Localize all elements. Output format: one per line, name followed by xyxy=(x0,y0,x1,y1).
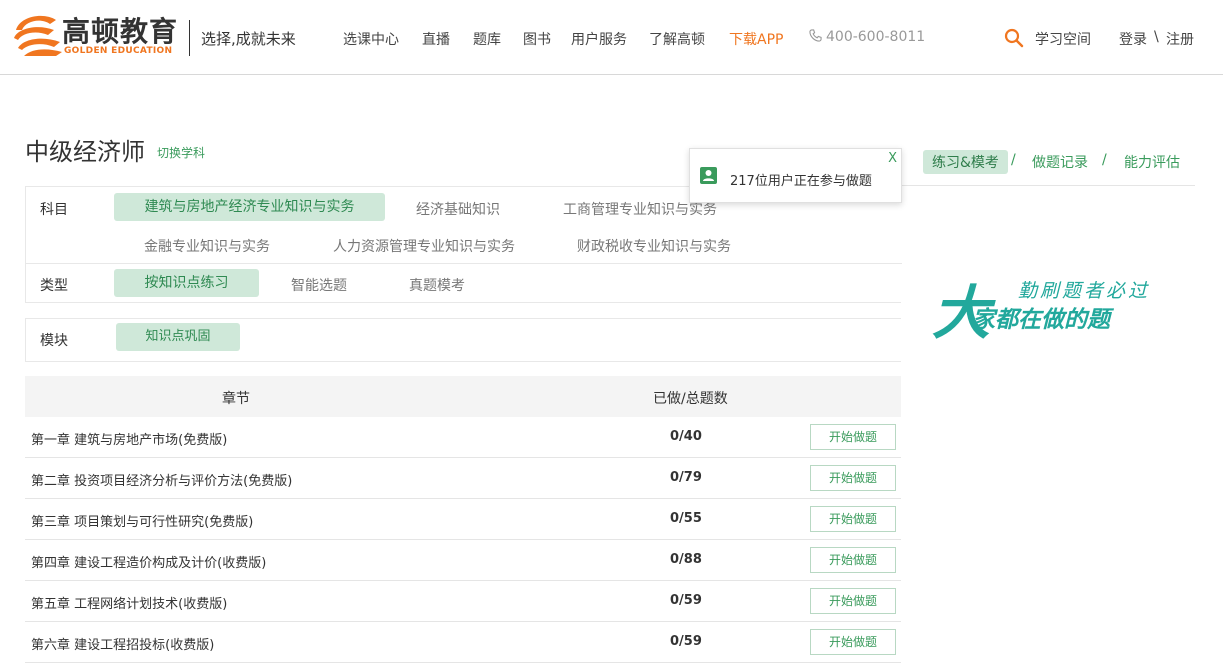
site-header: 高顿教育 GOLDEN EDUCATION 选择,成就未来 选课中心 直播 题库… xyxy=(0,0,1223,75)
subject-option-hr[interactable]: 人力资源管理专业知识与实务 xyxy=(333,236,515,256)
module-option-consolidate[interactable]: 知识点巩固 xyxy=(116,323,240,351)
login-link[interactable]: 登录 xyxy=(1119,29,1147,49)
chapter-name: 第六章 建设工程招投标(收费版) xyxy=(31,638,215,653)
tab-records[interactable]: 做题记录 xyxy=(1032,152,1088,172)
chapter-count: 0/40 xyxy=(670,429,702,444)
logo-text: 高顿教育 xyxy=(62,15,179,48)
start-practice-button[interactable]: 开始做题 xyxy=(810,506,896,532)
start-practice-button[interactable]: 开始做题 xyxy=(810,629,896,655)
type-option-smart[interactable]: 智能选题 xyxy=(291,275,347,295)
promo-slogan-graphic: 勤刷题者必过 大 家都在做的题 xyxy=(932,279,1150,345)
table-row: 第一章 建筑与房地产市场(免费版) 0/40 开始做题 xyxy=(25,417,901,458)
table-row: 第四章 建设工程造价构成及计价(收费版) 0/88 开始做题 xyxy=(25,540,901,581)
logo-divider xyxy=(189,20,190,56)
tab-separator: / xyxy=(1102,152,1107,168)
chapter-count: 0/88 xyxy=(670,552,702,567)
filter-panel: 科目 建筑与房地产经济专业知识与实务 经济基础知识 工商管理专业知识与实务 金融… xyxy=(25,186,902,303)
auth-separator: \ xyxy=(1154,29,1159,45)
nav-download-app[interactable]: 下载APP xyxy=(729,29,783,49)
promo-line1: 勤刷题者必过 xyxy=(1018,280,1150,302)
table-row: 第五章 工程网络计划技术(收费版) 0/59 开始做题 xyxy=(25,581,901,622)
register-link[interactable]: 注册 xyxy=(1166,29,1194,49)
subject-option-construction[interactable]: 建筑与房地产经济专业知识与实务 xyxy=(114,193,385,221)
start-practice-button[interactable]: 开始做题 xyxy=(810,547,896,573)
promo-line2: 家都在做的题 xyxy=(972,307,1115,333)
start-practice-button[interactable]: 开始做题 xyxy=(810,588,896,614)
filter-divider xyxy=(26,263,902,264)
active-users-popup: X 217位用户正在参与做题 xyxy=(689,148,902,203)
subject-label: 科目 xyxy=(40,202,68,218)
column-header-count: 已做/总题数 xyxy=(653,391,728,407)
nav-about[interactable]: 了解高顿 xyxy=(649,29,705,49)
chapter-name: 第二章 投资项目经济分析与评价方法(免费版) xyxy=(31,474,293,489)
switch-subject-link[interactable]: 切换学科 xyxy=(157,144,205,161)
chapter-name: 第五章 工程网络计划技术(收费版) xyxy=(31,597,228,612)
chapter-count: 0/55 xyxy=(670,511,702,526)
tab-separator: / xyxy=(1011,152,1016,168)
chapter-name: 第三章 项目策划与可行性研究(免费版) xyxy=(31,515,254,530)
subject-option-tax[interactable]: 财政税收专业知识与实务 xyxy=(577,236,731,256)
nav-books[interactable]: 图书 xyxy=(523,29,551,49)
close-icon[interactable]: X xyxy=(888,151,897,166)
nav-phone[interactable]: 400-600-8011 xyxy=(809,29,925,45)
user-icon xyxy=(700,167,717,184)
nav-course-center[interactable]: 选课中心 xyxy=(343,29,399,49)
column-header-chapter: 章节 xyxy=(222,391,250,407)
type-option-knowledge[interactable]: 按知识点练习 xyxy=(114,269,259,297)
module-panel: 模块 知识点巩固 xyxy=(25,318,901,362)
search-icon[interactable] xyxy=(1004,28,1024,48)
nav-question-bank[interactable]: 题库 xyxy=(473,29,501,49)
chapter-count: 0/59 xyxy=(670,634,702,649)
active-users-text: 217位用户正在参与做题 xyxy=(730,174,872,189)
type-label: 类型 xyxy=(40,278,68,294)
subject-option-finance[interactable]: 金融专业知识与实务 xyxy=(144,236,270,256)
chapter-count: 0/79 xyxy=(670,470,702,485)
tabs-underline xyxy=(902,185,1195,186)
tab-practice-exam[interactable]: 练习&模考 xyxy=(923,150,1008,174)
start-practice-button[interactable]: 开始做题 xyxy=(810,424,896,450)
page-title: 中级经济师 xyxy=(25,138,145,166)
chapter-table: 章节 已做/总题数 第一章 建筑与房地产市场(免费版) 0/40 开始做题 第二… xyxy=(25,376,901,663)
module-label: 模块 xyxy=(40,333,68,349)
table-row: 第三章 项目策划与可行性研究(免费版) 0/55 开始做题 xyxy=(25,499,901,540)
phone-number: 400-600-8011 xyxy=(826,29,926,45)
start-practice-button[interactable]: 开始做题 xyxy=(810,465,896,491)
tab-ability[interactable]: 能力评估 xyxy=(1124,152,1180,172)
study-space-link[interactable]: 学习空间 xyxy=(1035,29,1091,49)
chapter-name: 第一章 建筑与房地产市场(免费版) xyxy=(31,433,228,448)
chapter-name: 第四章 建设工程造价构成及计价(收费版) xyxy=(31,556,267,571)
logo-subtext: GOLDEN EDUCATION xyxy=(64,46,173,56)
logo-mark-icon xyxy=(14,15,62,56)
nav-live[interactable]: 直播 xyxy=(422,29,450,49)
header-slogan: 选择,成就未来 xyxy=(201,30,296,48)
nav-user-service[interactable]: 用户服务 xyxy=(571,29,627,49)
logo[interactable]: 高顿教育 GOLDEN EDUCATION xyxy=(10,8,180,60)
type-option-past-exam[interactable]: 真题模考 xyxy=(409,275,465,295)
phone-icon xyxy=(809,29,822,42)
chapter-count: 0/59 xyxy=(670,593,702,608)
subject-option-economics-basics[interactable]: 经济基础知识 xyxy=(416,199,500,219)
table-row: 第二章 投资项目经济分析与评价方法(免费版) 0/79 开始做题 xyxy=(25,458,901,499)
table-header: 章节 已做/总题数 xyxy=(25,376,901,417)
